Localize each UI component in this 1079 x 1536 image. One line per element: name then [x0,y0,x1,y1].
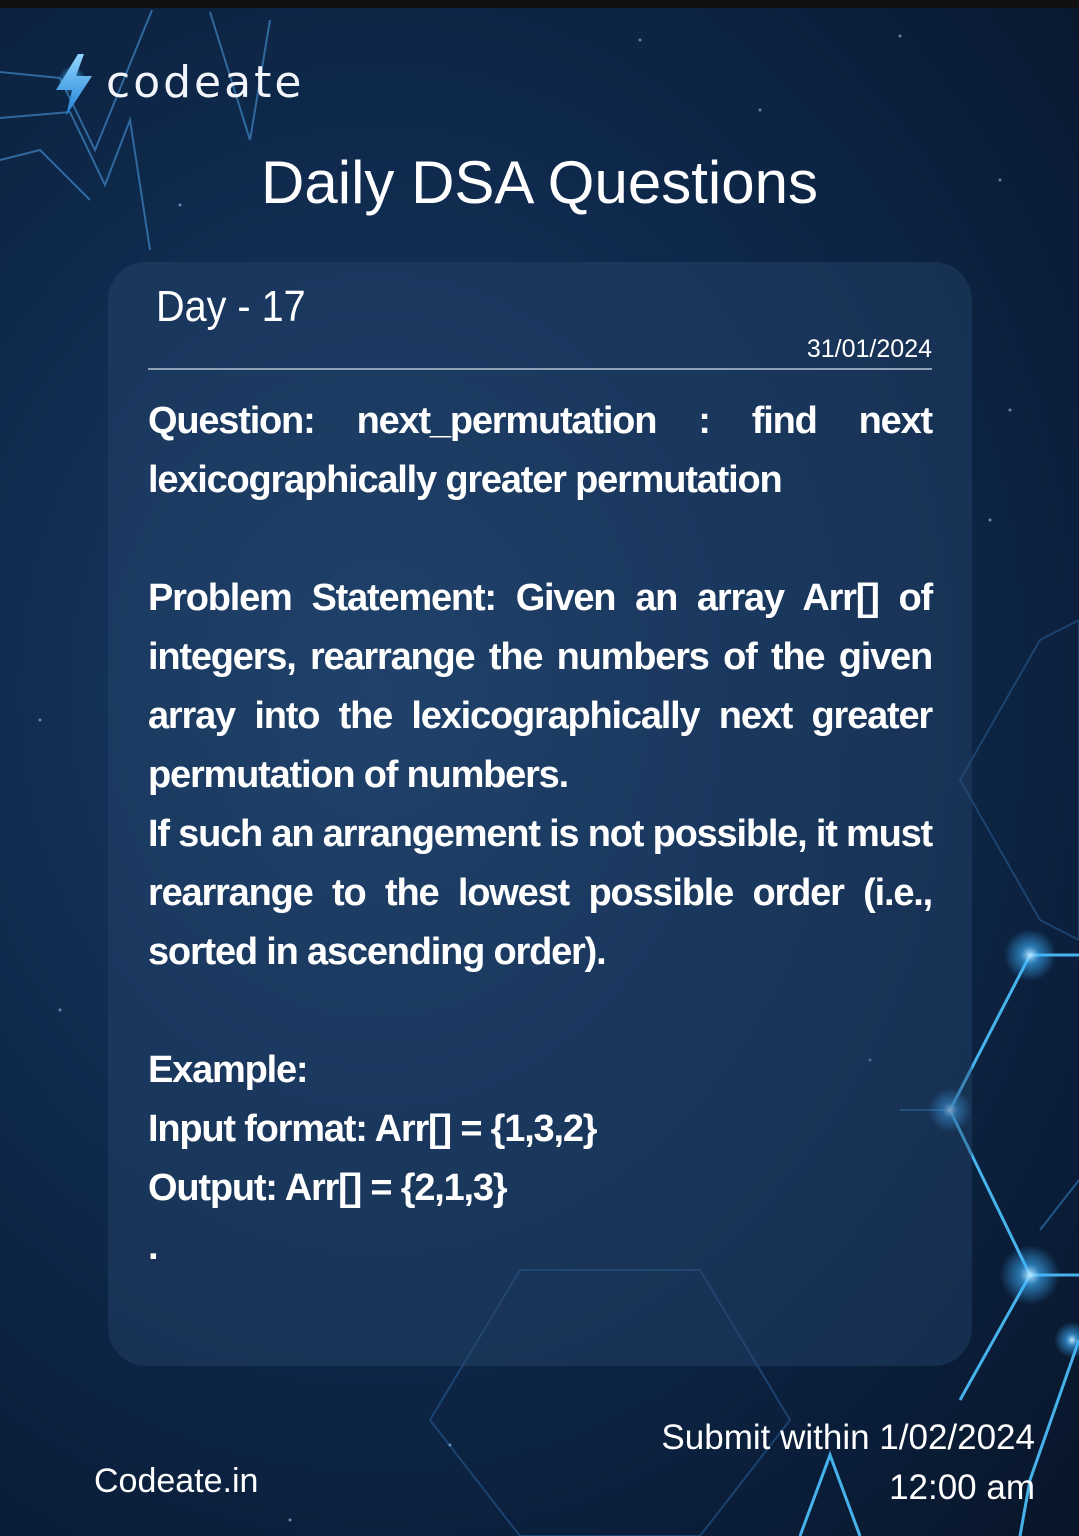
problem-statement: Problem Statement: Given an array Arr[] … [148,577,933,796]
problem-condition: If such an arrangement is not possible, … [148,813,933,973]
submit-deadline: Submit within 1/02/2024 12:00 am [661,1413,1035,1513]
example-input: Input format: Arr[] = {1,3,2} [148,1108,598,1150]
submit-deadline-date: Submit within 1/02/2024 [661,1418,1035,1457]
question-card: Day - 17 31/01/2024 Question: next_permu… [108,262,972,1366]
question-date: 31/01/2024 [806,335,932,363]
page-title: Daily DSA Questions [261,149,818,216]
divider [148,368,932,370]
submit-deadline-time: 12:00 am [889,1468,1035,1507]
trailing-mark: . [148,1226,159,1268]
day-label: Day - 17 [156,282,306,331]
lightning-bolt-icon [56,54,92,116]
website-link[interactable]: Codeate.in [94,1462,258,1501]
brand-name: codeate [106,56,305,108]
brand-logo: codeate [52,54,304,116]
question-content: Question: next_permutation : find next l… [148,392,933,1277]
example-output: Output: Arr[] = {2,1,3} [148,1167,508,1209]
example-heading: Example: [148,1049,309,1091]
question-text: Question: next_permutation : find next l… [148,400,933,501]
